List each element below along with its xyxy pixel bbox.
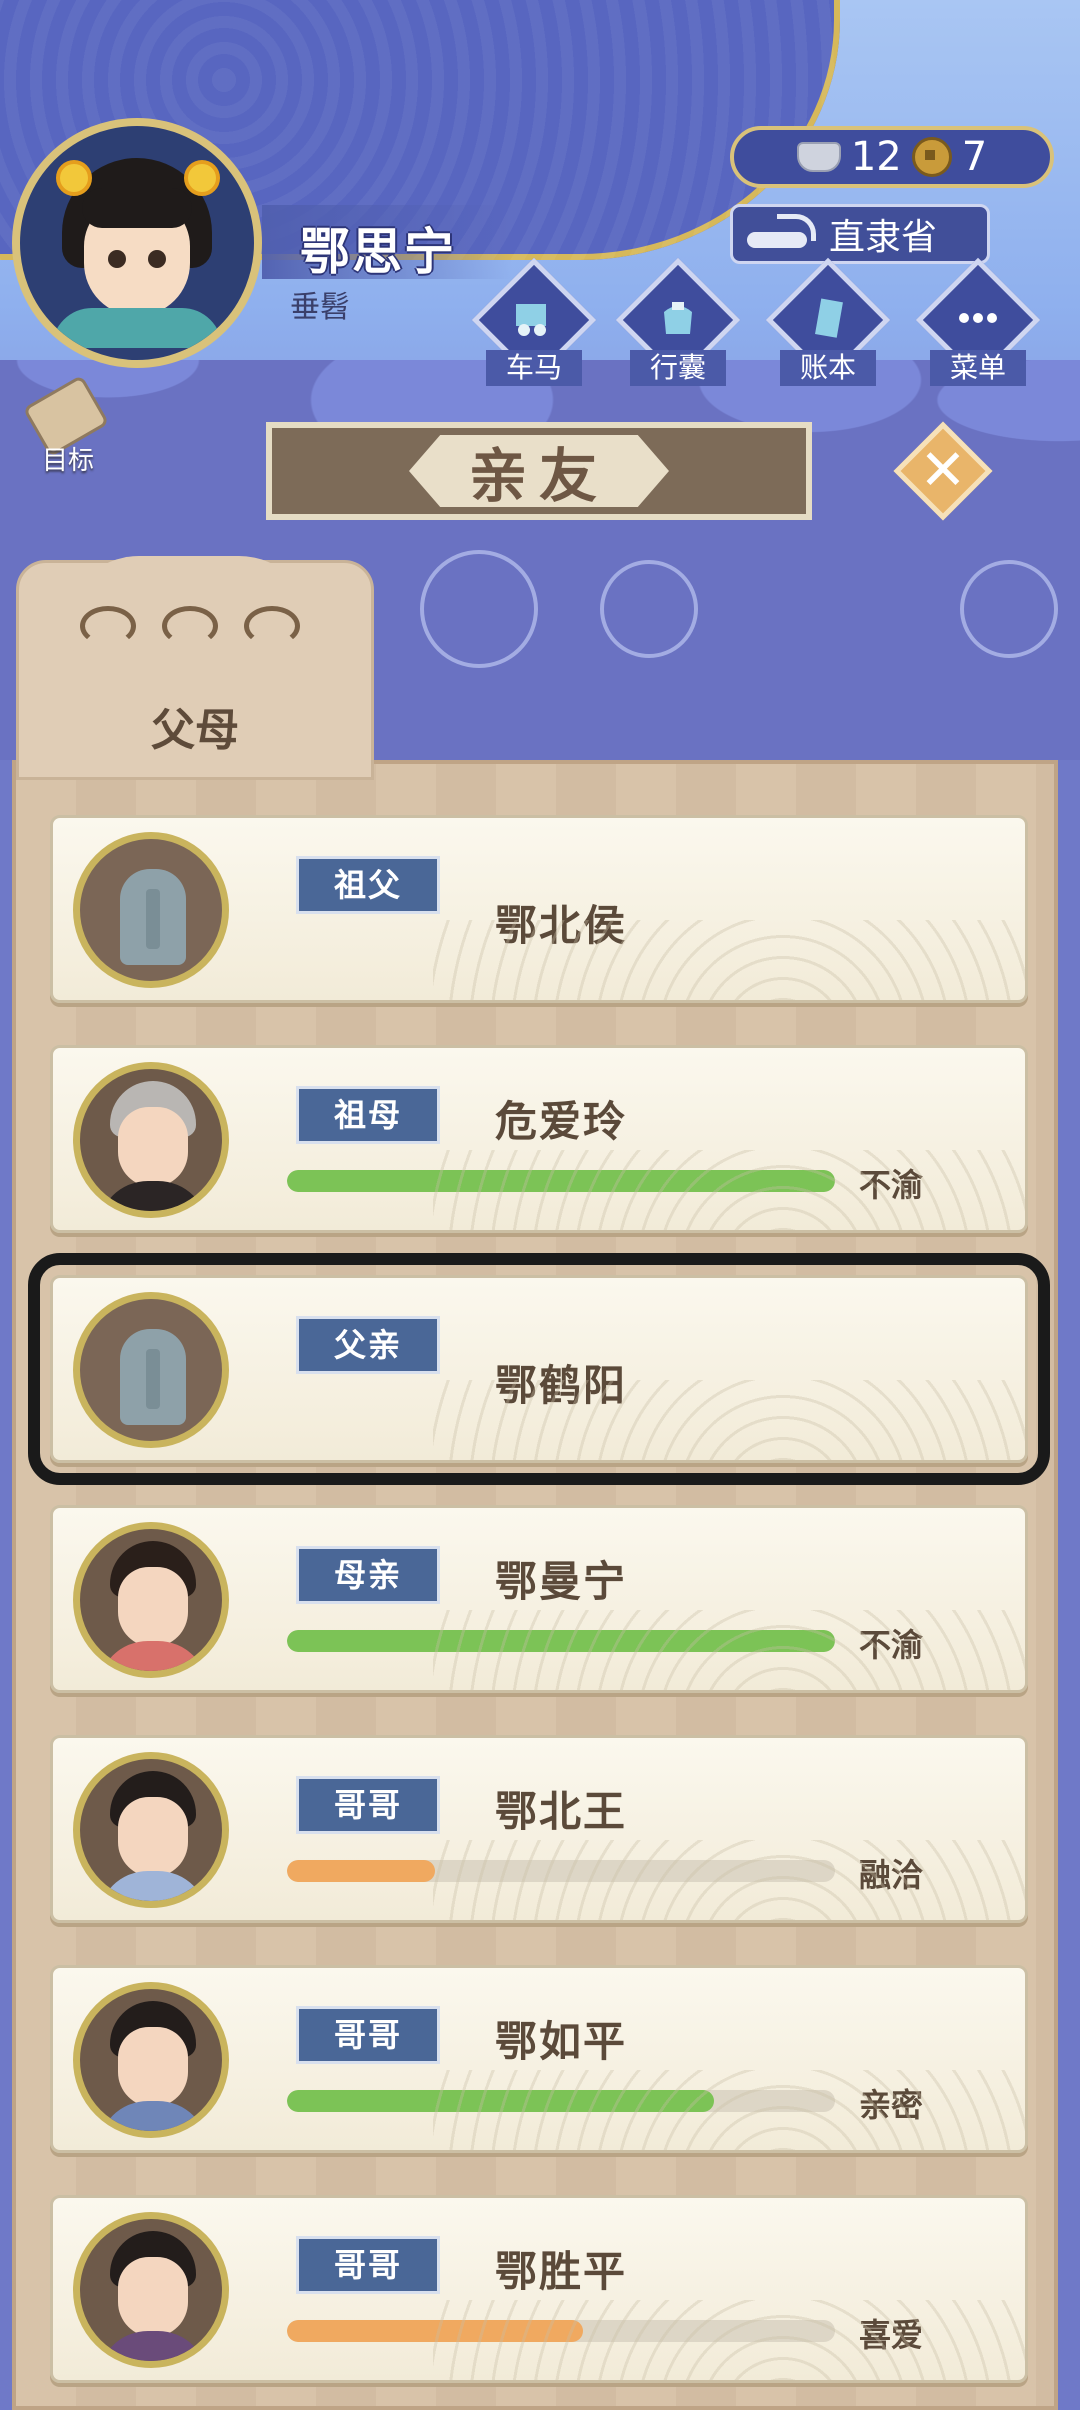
tombstone-icon bbox=[73, 1292, 229, 1448]
ledger-icon bbox=[815, 298, 843, 338]
relation-badge: 父亲 bbox=[296, 1316, 440, 1374]
nav-carriage-button[interactable]: 车马 bbox=[471, 257, 597, 388]
relative-card[interactable]: 哥哥 鄂北王融洽 bbox=[50, 1735, 1028, 1923]
screen-title-plaque: 亲友 bbox=[266, 422, 812, 520]
province-icon bbox=[747, 214, 817, 254]
tab-label: 父母 bbox=[151, 705, 239, 756]
relationship-status: 不渝 bbox=[859, 1166, 924, 1204]
relative-name: 鄂曼宁 bbox=[495, 1557, 628, 1606]
relation-badge: 祖母 bbox=[296, 1086, 440, 1144]
relative-portrait bbox=[73, 2212, 229, 2368]
relative-name: 鄂北王 bbox=[495, 1787, 628, 1836]
affection-bar-fill bbox=[287, 2090, 715, 2112]
affection-bar-fill bbox=[287, 1860, 435, 1882]
player-title: 垂髫 bbox=[290, 290, 350, 325]
relative-name: 危爱玲 bbox=[495, 1097, 628, 1146]
hair-flower-icon bbox=[56, 160, 92, 196]
nav-ledger-button[interactable]: 账本 bbox=[765, 257, 891, 388]
affection-bar-fill bbox=[287, 1170, 835, 1192]
relative-name: 鄂如平 bbox=[495, 2017, 628, 2066]
cloud-swirl bbox=[960, 560, 1058, 658]
relation-badge: 母亲 bbox=[296, 1546, 440, 1604]
goal-label: 目标 bbox=[42, 446, 95, 476]
screen-title: 亲友 bbox=[409, 435, 669, 507]
relation-badge: 哥哥 bbox=[296, 1776, 440, 1834]
relative-portrait bbox=[73, 1062, 229, 1218]
copper-coin-icon bbox=[911, 137, 952, 177]
silver-ingot-icon bbox=[796, 142, 841, 172]
currency-bar: 12 7 bbox=[730, 126, 1054, 188]
cloud-ornament-icon bbox=[80, 598, 300, 658]
relation-badge: 祖父 bbox=[296, 856, 440, 914]
player-avatar[interactable] bbox=[12, 118, 262, 368]
relative-card[interactable]: 母亲 鄂曼宁不渝 bbox=[50, 1505, 1028, 1693]
silver-count: 12 bbox=[850, 134, 902, 180]
relation-badge: 哥哥 bbox=[296, 2236, 440, 2294]
relative-portrait bbox=[73, 1752, 229, 1908]
cloud-swirl bbox=[600, 560, 698, 658]
relative-card[interactable]: 祖父鄂北侯 bbox=[50, 815, 1028, 1003]
nav-label: 车马 bbox=[486, 350, 582, 386]
hair-flower-icon bbox=[184, 160, 220, 196]
affection-bar bbox=[287, 1860, 835, 1882]
menu-dots-icon bbox=[959, 313, 997, 323]
relationship-status: 喜爱 bbox=[859, 2316, 924, 2354]
affection-bar bbox=[287, 2090, 835, 2112]
province-button[interactable]: 直隶省 bbox=[730, 204, 990, 264]
nav-menu-button[interactable]: 菜单 bbox=[915, 257, 1041, 388]
carriage-icon bbox=[516, 304, 546, 336]
relation-badge: 哥哥 bbox=[296, 2006, 440, 2064]
coin-count: 7 bbox=[961, 134, 988, 180]
cloud-swirl bbox=[420, 550, 538, 668]
tombstone-icon bbox=[73, 832, 229, 988]
relative-card[interactable]: 哥哥 鄂胜平喜爱 bbox=[50, 2195, 1028, 2383]
relative-card[interactable]: 父亲鄂鹤阳 bbox=[28, 1253, 1050, 1485]
bag-icon bbox=[664, 302, 692, 334]
nav-label: 账本 bbox=[780, 350, 876, 386]
goal-button[interactable]: 目标 bbox=[14, 374, 114, 478]
affection-bar bbox=[287, 2320, 835, 2342]
relative-name: 鄂胜平 bbox=[495, 2247, 628, 2296]
affection-bar-fill bbox=[287, 1630, 835, 1652]
nav-label: 行囊 bbox=[630, 350, 726, 386]
relationship-status: 不渝 bbox=[859, 1626, 924, 1664]
close-button[interactable]: ✕ bbox=[893, 421, 993, 521]
affection-bar bbox=[287, 1170, 835, 1192]
relative-portrait bbox=[73, 1982, 229, 2138]
relationship-status: 亲密 bbox=[859, 2086, 924, 2124]
relative-name: 鄂鹤阳 bbox=[495, 1361, 628, 1410]
relative-card[interactable]: 祖母 危爱玲不渝 bbox=[50, 1045, 1028, 1233]
relationship-status: 融洽 bbox=[859, 1856, 924, 1894]
relative-name: 鄂北侯 bbox=[495, 901, 628, 950]
player-name: 鄂思宁 bbox=[300, 223, 456, 281]
relative-portrait bbox=[73, 1522, 229, 1678]
relative-card[interactable]: 哥哥 鄂如平亲密 bbox=[50, 1965, 1028, 2153]
province-label: 直隶省 bbox=[829, 217, 938, 258]
affection-bar bbox=[287, 1630, 835, 1652]
nav-label: 菜单 bbox=[930, 350, 1026, 386]
nav-bag-button[interactable]: 行囊 bbox=[615, 257, 741, 388]
affection-bar-fill bbox=[287, 2320, 583, 2342]
close-icon: ✕ bbox=[919, 438, 967, 503]
